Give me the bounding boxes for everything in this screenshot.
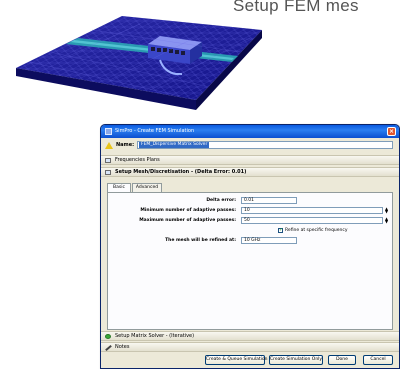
min-passes-input[interactable]: 10 [241, 207, 383, 214]
warning-triangle-icon [105, 142, 113, 149]
create-queue-button[interactable]: Create & Queue Simulation [205, 355, 268, 365]
pencil-icon [105, 344, 112, 352]
max-passes-input[interactable]: 50 [241, 217, 383, 224]
max-passes-spinner[interactable]: ▲ ▼ [384, 217, 389, 224]
delta-error-label: Delta error: [206, 198, 236, 203]
app-icon [105, 128, 112, 135]
delta-error-input[interactable]: 0.01 [241, 197, 297, 204]
close-button[interactable]: × [387, 127, 396, 136]
min-passes-spinner[interactable]: ▲ ▼ [384, 207, 389, 214]
fem-mesh-image [16, 16, 262, 110]
name-input-selected-text: FEM_Dispersive Matrix Solver [139, 142, 210, 148]
refine-checkbox-label: Refine at specific frequency [285, 228, 348, 233]
name-row: Name: FEM_Dispersive Matrix Solver [105, 141, 397, 151]
cancel-button[interactable]: Cancel [363, 355, 393, 365]
create-fem-simulation-dialog: SimPro - Create FEM Simulation × Name: F… [100, 124, 400, 369]
max-passes-label: Maximum number of adaptive passes: [139, 218, 236, 223]
tab-advanced[interactable]: Advanced [132, 183, 162, 192]
name-label: Name: [116, 142, 135, 148]
fem-mesh-render [0, 0, 400, 120]
dialog-titlebar[interactable]: SimPro - Create FEM Simulation × [101, 125, 399, 138]
matrix-solver-icon [105, 334, 111, 339]
section-mesh[interactable]: Setup Mesh/Discretisation - (Delta Error… [101, 167, 399, 177]
section-matrix-solver[interactable]: Setup Matrix Solver - (Iterative) [101, 331, 399, 341]
dialog-title: SimPro - Create FEM Simulation [115, 128, 195, 134]
min-passes-label: Minimum number of adaptive passes: [140, 208, 236, 213]
section-frequencies-label: Frequencies Plans [115, 157, 160, 163]
basic-tab-panel: Delta error: 0.01 Minimum number of adap… [107, 192, 393, 330]
refined-at-label: The mesh will be refined at: [165, 238, 236, 243]
refined-at-input[interactable]: 10 GHz [241, 237, 297, 244]
create-only-button[interactable]: Create Simulation Only [269, 355, 323, 365]
section-notes[interactable]: Notes [101, 342, 399, 352]
section-frequencies[interactable]: Frequencies Plans [101, 155, 399, 165]
refine-checkbox[interactable]: ✓ [278, 228, 283, 233]
frequencies-icon [105, 158, 111, 163]
done-button[interactable]: Done [328, 355, 356, 365]
mesh-icon [105, 170, 111, 175]
section-notes-label: Notes [115, 344, 130, 350]
dialog-button-row: Create & Queue Simulation Create Simulat… [101, 355, 399, 367]
section-mesh-label: Setup Mesh/Discretisation - (Delta Error… [115, 169, 247, 175]
section-matrix-solver-label: Setup Matrix Solver - (Iterative) [115, 333, 195, 339]
